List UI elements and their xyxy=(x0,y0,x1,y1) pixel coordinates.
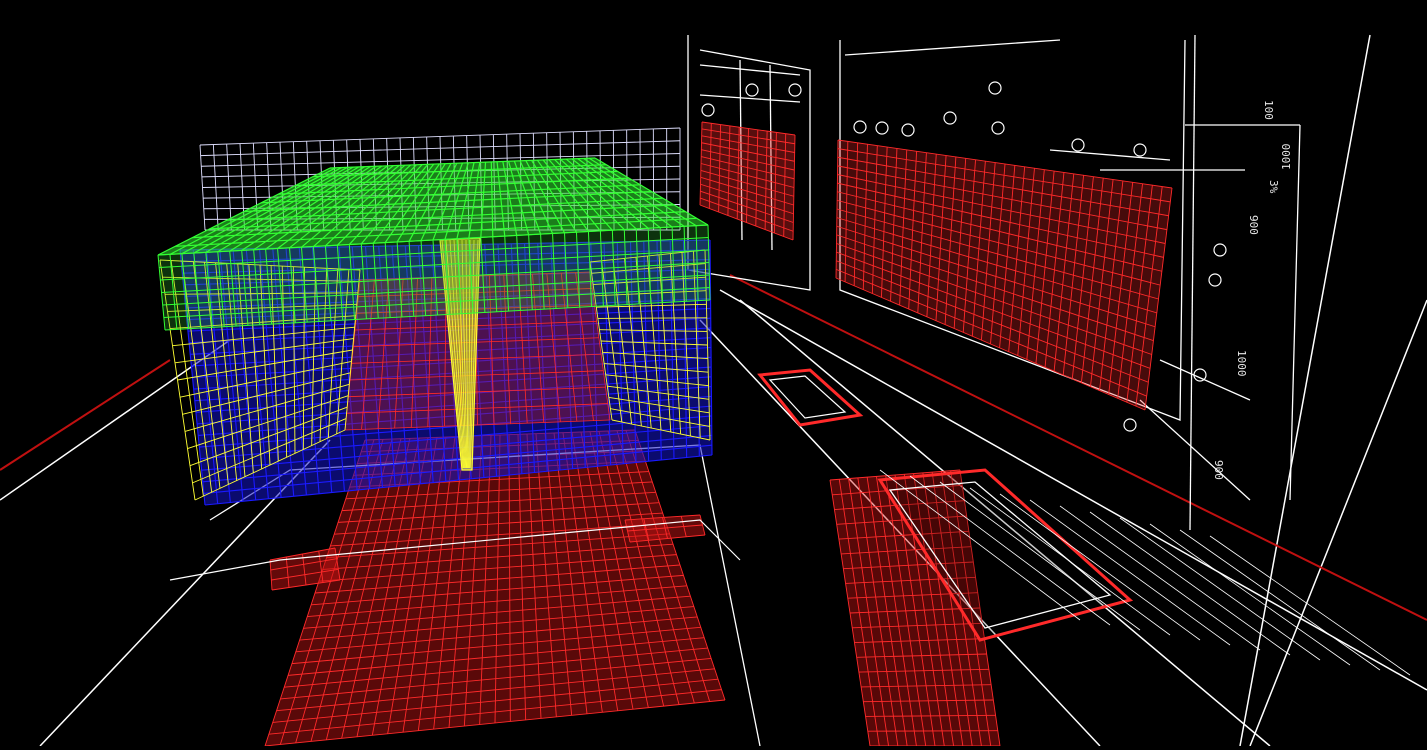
callout-circle xyxy=(854,121,866,133)
dimension-label: 900 xyxy=(1212,460,1225,480)
dimension-label: 3% xyxy=(1267,180,1280,194)
ground-line xyxy=(1250,300,1427,746)
panel-line xyxy=(1190,35,1195,530)
callout-circle xyxy=(746,84,758,96)
border-line xyxy=(0,360,170,470)
dimension-label: 1000 xyxy=(1280,144,1293,171)
dimension-label: 100 xyxy=(1262,100,1275,120)
callout-circle xyxy=(876,122,888,134)
callout-circle xyxy=(1209,274,1221,286)
right-wall-mesh-bar xyxy=(598,318,707,319)
callout-circle xyxy=(902,124,914,136)
callout-circle xyxy=(992,122,1004,134)
pit-dim-line xyxy=(1090,512,1290,655)
panel-line xyxy=(700,65,800,75)
callout-circle xyxy=(1214,244,1226,256)
pit-dim-line xyxy=(1150,524,1350,665)
pit-rebar-bar xyxy=(868,731,998,732)
pit-rebar-model xyxy=(760,370,1410,746)
dimension-labels: 100 1000 900 3% 1000 900 xyxy=(1212,100,1293,480)
callout-circle xyxy=(1194,369,1206,381)
panel-line xyxy=(1050,150,1170,160)
panel-a-rebar-mesh xyxy=(700,122,795,240)
box-culvert-rebar-model xyxy=(158,128,712,505)
callout-circle xyxy=(944,112,956,124)
pit-dim-line xyxy=(1180,530,1380,670)
callout-circle xyxy=(789,84,801,96)
pit-dim-line xyxy=(1120,518,1320,660)
detail-frame-white xyxy=(770,376,845,418)
dimension-label: 900 xyxy=(1247,215,1260,235)
ground-line xyxy=(1240,35,1370,746)
cad-3d-viewport[interactable]: 100 1000 900 3% 1000 900 xyxy=(0,0,1427,746)
callout-circle xyxy=(702,104,714,116)
callout-circle xyxy=(1134,144,1146,156)
rebar-model-scene: 100 1000 900 3% 1000 900 xyxy=(0,0,1427,746)
dimension-label: 1000 xyxy=(1235,350,1248,377)
panel-b-rebar-mesh xyxy=(836,140,1172,410)
callout-circle xyxy=(1072,139,1084,151)
callout-circle xyxy=(1124,419,1136,431)
pit-dim-line xyxy=(1210,536,1410,675)
panel-line xyxy=(845,40,1060,55)
callout-circle xyxy=(989,82,1001,94)
